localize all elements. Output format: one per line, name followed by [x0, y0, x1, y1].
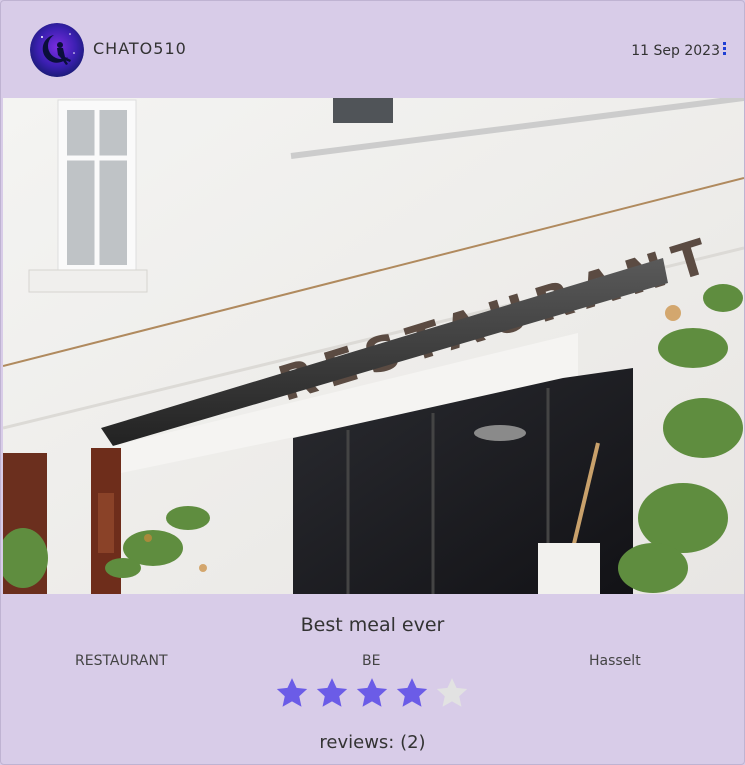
- star-icon[interactable]: [435, 675, 469, 711]
- post-header: CHATO510 11 Sep 2023: [1, 1, 744, 97]
- moon-girl-icon: [30, 23, 84, 77]
- star-rating[interactable]: [275, 675, 469, 713]
- username[interactable]: CHATO510: [93, 39, 187, 58]
- star-icon[interactable]: [395, 675, 429, 711]
- country-label: BE: [362, 653, 381, 669]
- city-label: Hasselt: [589, 653, 641, 669]
- reviews-count[interactable]: reviews: (2): [1, 732, 744, 753]
- star-icon[interactable]: [315, 675, 349, 711]
- category-label: RESTAURANT: [75, 653, 168, 669]
- post-date: 11 Sep 2023: [631, 43, 720, 59]
- avatar[interactable]: [30, 23, 84, 77]
- post-photo: RESTAURANT: [3, 98, 744, 594]
- star-icon[interactable]: [355, 675, 389, 711]
- kebab-menu-icon[interactable]: [722, 42, 727, 58]
- star-icon[interactable]: [275, 675, 309, 711]
- post-card: CHATO510 11 Sep 2023 Best meal ever REST…: [0, 0, 745, 765]
- post-title: Best meal ever: [300, 614, 445, 636]
